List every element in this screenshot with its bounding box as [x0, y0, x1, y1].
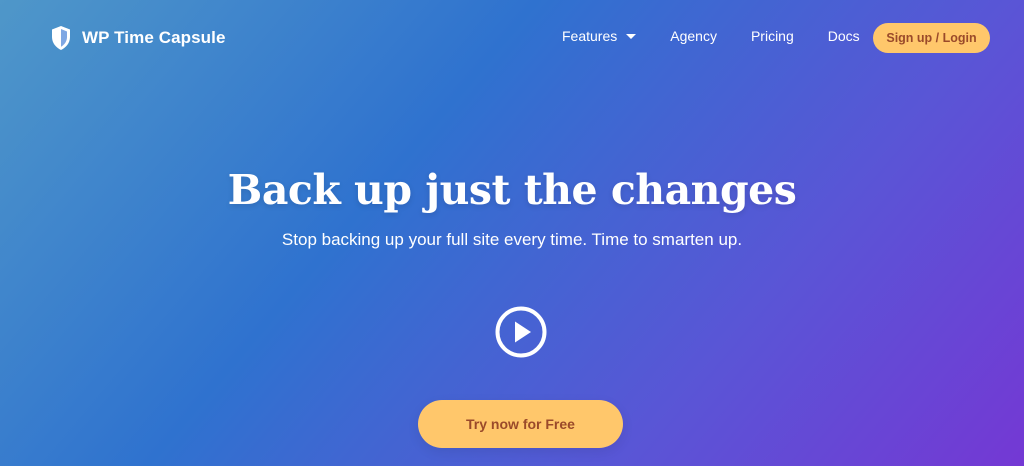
try-now-button[interactable]: Try now for Free: [418, 400, 623, 448]
nav-item-label: Features: [562, 28, 618, 44]
brand-logo-link[interactable]: WP Time Capsule: [50, 25, 226, 51]
nav-item-docs[interactable]: Docs: [828, 28, 860, 44]
shield-icon: [50, 25, 72, 51]
hero-section: WP Time Capsule Features Agency Pricing …: [0, 0, 1024, 466]
nav-item-pricing[interactable]: Pricing: [751, 28, 794, 44]
site-header: WP Time Capsule Features Agency Pricing …: [0, 0, 1024, 76]
nav-item-agency[interactable]: Agency: [670, 28, 717, 44]
nav-item-label: Docs: [827, 28, 860, 44]
play-circle-icon[interactable]: [494, 305, 548, 359]
caret-down-icon: [626, 33, 637, 39]
hero-subheadline: Stop backing up your full site every tim…: [281, 230, 743, 249]
nav-item-label: Agency: [670, 28, 717, 44]
nav-item-features[interactable]: Features: [562, 28, 637, 44]
main-nav: Features Agency Pricing Docs: [562, 28, 860, 44]
hero-headline: Back up just the changes: [227, 166, 797, 214]
nav-item-label: Pricing: [750, 28, 794, 44]
signup-login-button[interactable]: Sign up / Login: [873, 23, 990, 53]
brand-name: WP Time Capsule: [82, 28, 226, 47]
